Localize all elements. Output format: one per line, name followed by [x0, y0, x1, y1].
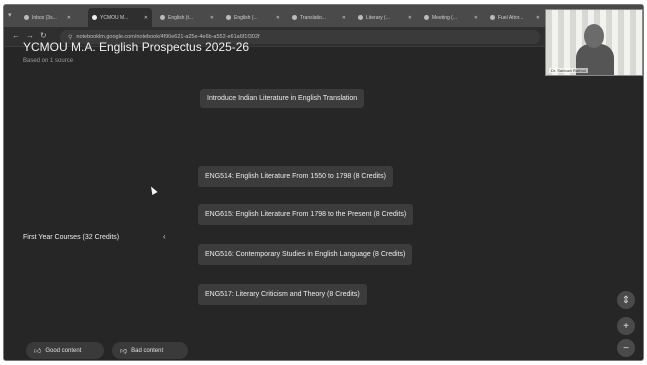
reload-icon[interactable]: ↻: [40, 31, 47, 40]
close-icon[interactable]: ✕: [67, 15, 71, 21]
node-label: ENG514: English Literature From 1550 to …: [205, 173, 386, 180]
presenter-head: [584, 24, 604, 48]
mindmap-node[interactable]: ENG615: English Literature From 1798 to …: [198, 204, 414, 225]
good-content-button[interactable]: 👍︎ Good content: [26, 342, 104, 359]
mindmap-node[interactable]: Introduce Indian Literature in English T…: [200, 89, 365, 108]
forward-arrow-icon[interactable]: →: [26, 31, 34, 40]
page-favicon-icon: [490, 15, 495, 20]
close-icon[interactable]: ✕: [210, 15, 214, 21]
tab-label: English (t...: [168, 14, 194, 21]
mindmap-root-node[interactable]: First Year Courses (32 Credits): [23, 234, 119, 241]
tab-inbox[interactable]: Inbox (3s... ✕: [20, 10, 75, 25]
tab-label: Meeting (...: [432, 14, 458, 21]
page-favicon-icon: [292, 15, 297, 20]
presenter-name: Dr. Santosh Rathod: [549, 68, 588, 73]
close-icon[interactable]: ✕: [276, 15, 280, 21]
back-arrow-icon[interactable]: ←: [12, 31, 20, 40]
thumbs-up-icon: 👍︎: [34, 348, 42, 355]
good-content-label: Good content: [45, 347, 82, 354]
zoom-out-icon[interactable]: −: [617, 339, 635, 357]
notebooklm-favicon-icon: [92, 15, 97, 20]
node-label: ENG517: Literary Criticism and Theory (8…: [205, 291, 360, 298]
collapse-chevron-icon[interactable]: ‹: [163, 232, 166, 241]
node-label: ENG516: Contemporary Studies in English …: [205, 251, 406, 258]
notebook-title: YCMOU M.A. English Prospectus 2025-26: [23, 40, 250, 54]
fit-view-icon[interactable]: ⇕: [617, 291, 635, 309]
tab-search-icon[interactable]: ▾: [8, 11, 12, 19]
tab-english-2[interactable]: English (... ✕: [222, 10, 284, 25]
tab-fuel[interactable]: Fuel Attor... ✕: [486, 10, 544, 25]
meet-favicon-icon: [424, 15, 429, 20]
close-icon[interactable]: ✕: [474, 15, 478, 21]
page-favicon-icon: [160, 15, 165, 20]
tab-label: Inbox (3s...: [32, 14, 57, 21]
page-favicon-icon: [358, 15, 363, 20]
tab-label: Fuel Attor...: [498, 14, 524, 21]
mindmap-node[interactable]: ENG516: Contemporary Studies in English …: [198, 244, 413, 265]
page-favicon-icon: [226, 15, 231, 20]
tab-english-1[interactable]: English (t... ✕: [156, 10, 218, 25]
gmail-favicon-icon: [24, 15, 29, 20]
close-icon[interactable]: ✕: [342, 15, 346, 21]
bad-content-button[interactable]: 👎︎ Bad content: [112, 342, 188, 359]
zoom-in-icon[interactable]: +: [617, 317, 635, 335]
tab-translation[interactable]: Translatio... ✕: [288, 10, 350, 25]
node-label: Introduce Indian Literature in English T…: [207, 95, 358, 102]
tab-label: Translatio...: [300, 14, 326, 21]
bad-content-label: Bad content: [131, 347, 164, 354]
webcam-overlay: Dr. Santosh Rathod: [545, 9, 643, 76]
thumbs-down-icon: 👎︎: [120, 348, 128, 355]
tab-label: YCMOU M...: [100, 14, 129, 21]
mindmap-node[interactable]: ENG517: Literary Criticism and Theory (8…: [198, 284, 367, 305]
close-icon[interactable]: ✕: [144, 15, 148, 21]
close-icon[interactable]: ✕: [408, 15, 412, 21]
close-icon[interactable]: ✕: [536, 15, 540, 21]
tab-meeting[interactable]: Meeting (... ✕: [420, 10, 482, 25]
tab-label: Literary (...: [366, 14, 390, 21]
node-label: ENG615: English Literature From 1798 to …: [205, 211, 407, 218]
tab-label: English (...: [234, 14, 258, 21]
mindmap-node[interactable]: ENG514: English Literature From 1550 to …: [198, 166, 393, 187]
source-count: Based on 1 source: [23, 58, 74, 64]
tab-notebooklm[interactable]: YCMOU M... ✕: [88, 8, 152, 27]
tab-literary[interactable]: Literary (... ✕: [354, 10, 416, 25]
